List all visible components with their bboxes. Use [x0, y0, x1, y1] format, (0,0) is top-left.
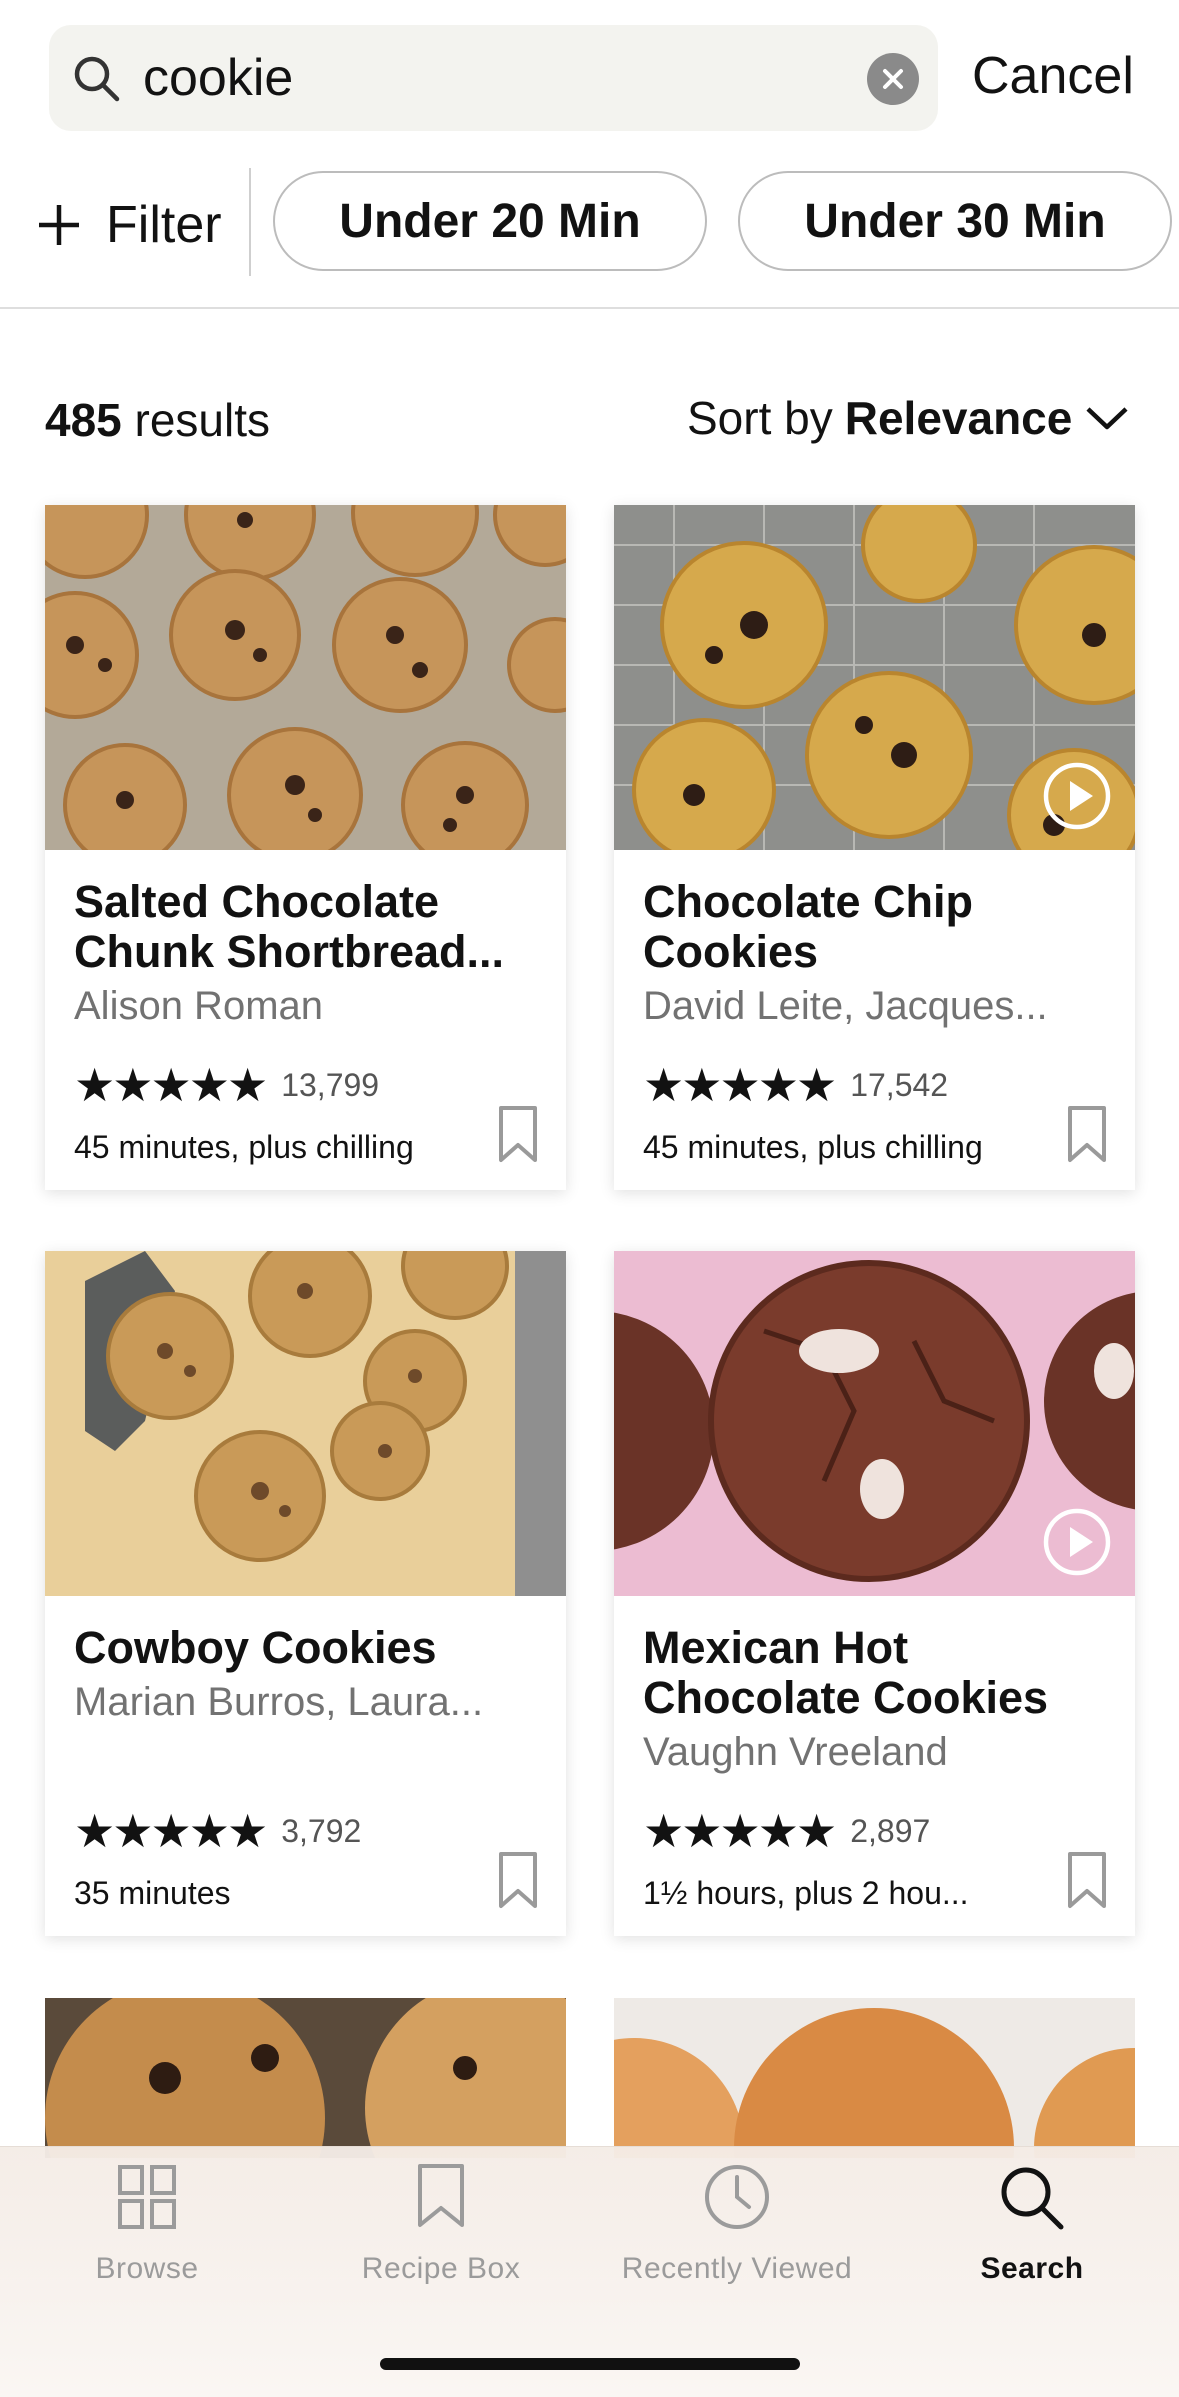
results-count: 485 results — [45, 388, 270, 452]
chip-under-20-min[interactable]: Under 20 Min — [273, 171, 707, 271]
recipe-author: Marian Burros, Laura... — [74, 1680, 484, 1724]
tab-label: Search — [980, 2252, 1084, 2285]
star-rating-icon: ★★★★★ — [74, 1805, 268, 1857]
plus-icon — [39, 205, 79, 245]
results-suffix: results — [134, 394, 271, 446]
close-icon — [883, 69, 903, 89]
chevron-down-icon — [1086, 407, 1128, 430]
cook-time: 1½ hours, plus 2 hou... — [643, 1875, 969, 1911]
rating-count: 3,792 — [281, 1812, 362, 1849]
recipe-card[interactable]: Mexican Hot Chocolate Cookies Vaughn Vre… — [614, 1251, 1135, 1936]
search-icon — [74, 56, 120, 102]
bookmark-icon[interactable] — [1067, 1851, 1107, 1909]
clock-icon — [705, 2165, 769, 2229]
star-rating-icon: ★★★★★ — [643, 1805, 837, 1857]
divider — [0, 307, 1179, 309]
clear-search-button[interactable] — [867, 53, 919, 105]
play-video-icon[interactable] — [1042, 761, 1112, 831]
search-bar[interactable]: cookie — [49, 25, 938, 131]
rating: ★★★★★ 13,799 — [74, 1059, 380, 1111]
grid-icon — [118, 2165, 176, 2229]
recipe-image — [45, 505, 566, 850]
cook-time: 35 minutes — [74, 1875, 231, 1911]
recipe-title: Mexican Hot Chocolate Cookies — [643, 1622, 1049, 1723]
recipe-author: David Leite, Jacques... — [643, 984, 1048, 1028]
rating: ★★★★★ 2,897 — [643, 1805, 931, 1857]
results-number: 485 — [45, 394, 122, 446]
bookmark-icon[interactable] — [498, 1105, 538, 1163]
divider — [249, 168, 251, 276]
search-input[interactable]: cookie — [143, 25, 293, 131]
recipe-card[interactable]: Salted Chocolate Chunk Shortbread... Ali… — [45, 505, 566, 1190]
recipe-author: Alison Roman — [74, 984, 324, 1028]
recipe-card[interactable]: Cowboy Cookies Marian Burros, Laura... ★… — [45, 1251, 566, 1936]
recipe-author: Vaughn Vreeland — [643, 1730, 948, 1774]
recipe-title: Salted Chocolate Chunk Shortbread... — [74, 876, 505, 977]
tab-recipe-box[interactable]: Recipe Box — [294, 2147, 588, 2287]
bookmark-icon — [418, 2164, 464, 2227]
tab-label: Recently Viewed — [621, 2252, 853, 2285]
recipe-card[interactable]: Chocolate Chip Cookies David Leite, Jacq… — [614, 505, 1135, 1190]
sort-dropdown[interactable]: Sort by Relevance — [687, 386, 1130, 450]
rating-count: 17,542 — [850, 1066, 949, 1103]
tab-label: Browse — [95, 2252, 199, 2285]
cook-time: 45 minutes, plus chilling — [643, 1129, 983, 1165]
rating-count: 2,897 — [850, 1812, 931, 1849]
tab-label: Recipe Box — [361, 2252, 521, 2285]
recipe-title: Cowboy Cookies — [74, 1622, 437, 1673]
recipe-image[interactable] — [614, 1998, 1135, 2158]
tab-browse[interactable]: Browse — [0, 2147, 294, 2287]
rating: ★★★★★ 17,542 — [643, 1059, 949, 1111]
star-rating-icon: ★★★★★ — [74, 1059, 268, 1111]
rating: ★★★★★ 3,792 — [74, 1805, 362, 1857]
home-indicator — [380, 2358, 800, 2370]
filter-button[interactable]: Filter — [36, 190, 222, 260]
cancel-button[interactable]: Cancel — [972, 40, 1134, 112]
recipe-image[interactable] — [45, 1998, 566, 2158]
search-icon — [1001, 2167, 1064, 2230]
recipe-title: Chocolate Chip Cookies — [643, 876, 974, 977]
cook-time: 45 minutes, plus chilling — [74, 1129, 414, 1165]
filter-label: Filter — [106, 196, 222, 254]
tab-search[interactable]: Search — [885, 2147, 1179, 2287]
sort-value: Relevance — [844, 392, 1073, 444]
bookmark-icon[interactable] — [1067, 1105, 1107, 1163]
chip-under-30-min[interactable]: Under 30 Min — [738, 171, 1172, 271]
play-video-icon[interactable] — [1042, 1507, 1112, 1577]
sort-prefix: Sort by — [687, 392, 833, 444]
bookmark-icon[interactable] — [498, 1851, 538, 1909]
star-rating-icon: ★★★★★ — [643, 1059, 837, 1111]
rating-count: 13,799 — [281, 1066, 380, 1103]
tab-recently-viewed[interactable]: Recently Viewed — [590, 2147, 884, 2287]
recipe-image — [45, 1251, 566, 1596]
